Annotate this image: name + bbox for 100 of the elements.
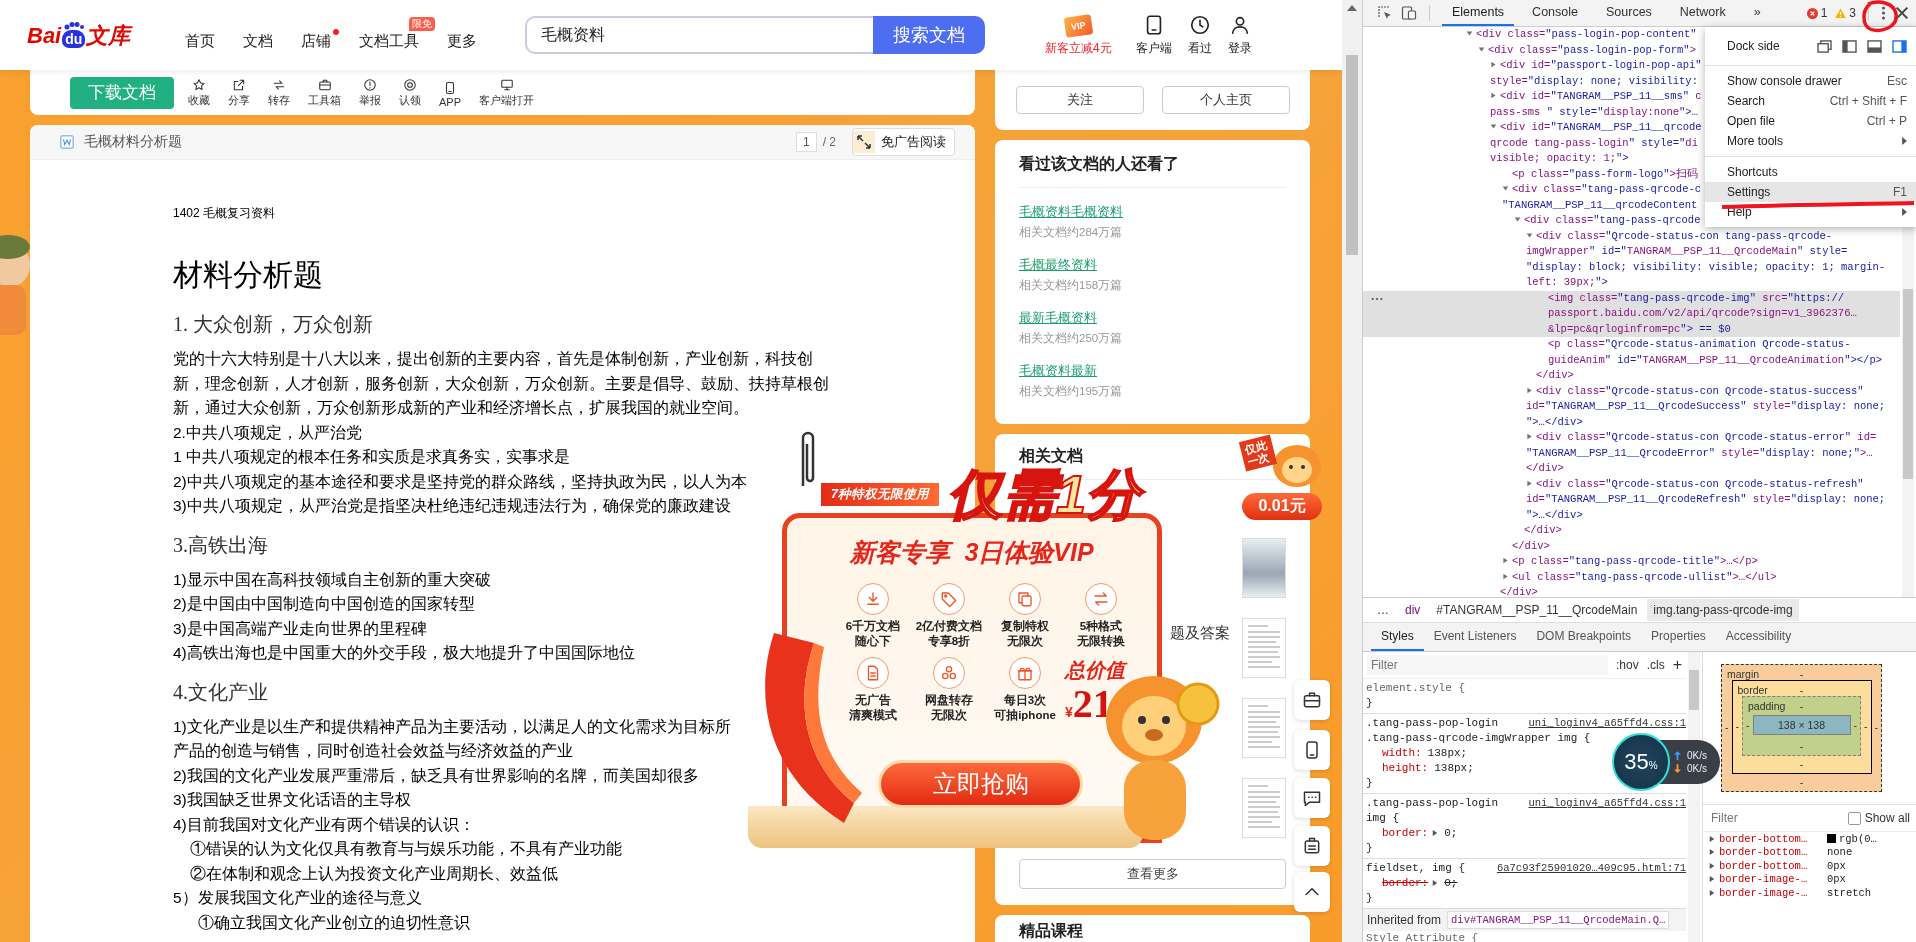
css-value[interactable]: 138px; xyxy=(1434,761,1474,776)
nav-link[interactable]: 首页 xyxy=(171,31,229,51)
author-button[interactable]: 关注 xyxy=(1015,86,1144,114)
pane-tab[interactable]: Properties xyxy=(1641,623,1716,651)
dom-node[interactable]: <ul class="tang-pass-qrcode-ullist">…</ul> xyxy=(1363,569,1900,585)
device-icon[interactable] xyxy=(1401,5,1417,21)
close-icon[interactable] xyxy=(1894,5,1910,21)
toolbar-button[interactable]: 举报 xyxy=(359,77,381,108)
author-button[interactable]: 个人主页 xyxy=(1161,86,1290,114)
dom-node[interactable]: <p class="Qrcode-status-animation Qrcode-status- guideAnim" id="TANGRAM__PSP_11__QrcodeAnimation"></p> xyxy=(1363,337,1900,368)
dock-right-icon[interactable] xyxy=(1892,39,1907,53)
dock-bottom-icon[interactable] xyxy=(1867,39,1882,53)
caret-down-icon[interactable] xyxy=(1502,185,1509,192)
scroll-up-icon[interactable] xyxy=(1347,5,1357,11)
dom-node[interactable]: <img class="tang-pass-qrcode-img" src="https:// passport.baidu.com/v2/api/qrcode?sign=v1_3962376… &lp=pc&qrloginfrom=pc"> == $0 xyxy=(1363,290,1900,337)
dom-node[interactable]: <p class="tang-pass-qrcode-title">…</p> xyxy=(1363,554,1900,570)
filter-field[interactable]: Filter xyxy=(1367,655,1608,675)
menu-item[interactable]: More tools xyxy=(1705,131,1916,151)
scrollbar-thumb[interactable] xyxy=(1346,55,1358,255)
show-all-checkbox[interactable]: Show all xyxy=(1847,811,1910,825)
menu-item[interactable]: Search Ctrl + Shift + F xyxy=(1705,91,1916,111)
dom-node[interactable]: <div class="Qrcode-status-con Qrcode-status-refresh" id="TANGRAM__PSP_11__QrcodeRefresh" style="display: none; ">…</div> xyxy=(1363,476,1900,523)
menu-item[interactable]: Help xyxy=(1705,202,1916,222)
header-action[interactable]: 登录 xyxy=(1227,13,1252,57)
panel-tab[interactable]: Elements xyxy=(1442,0,1515,26)
source-link[interactable]: uni_loginv4_a65ffd4.css:1 xyxy=(1528,796,1686,811)
computed-property[interactable]: border-bottom… xyxy=(1719,832,1823,845)
header-action[interactable]: VIP 新客立减4元 xyxy=(1045,15,1112,57)
toolbar-button[interactable]: 认领 xyxy=(399,77,421,108)
inspect-icon[interactable] xyxy=(1377,5,1393,21)
related-link[interactable]: 毛概资料最新 xyxy=(1019,361,1286,381)
caret-right-icon[interactable] xyxy=(1526,386,1533,394)
hover-state-button[interactable]: :hov xyxy=(1615,658,1639,672)
ad-free-button[interactable]: 免广告阅读 xyxy=(852,128,955,156)
related-link[interactable]: 毛概最终资料 xyxy=(1019,255,1286,275)
see-more-button[interactable]: 查看更多 xyxy=(1019,859,1286,889)
header-action[interactable]: 看过 xyxy=(1187,13,1212,57)
page-number-field[interactable]: 1 xyxy=(795,132,817,152)
buy-button[interactable]: 立即抢购 xyxy=(878,760,1083,808)
css-property[interactable]: border: xyxy=(1382,876,1429,891)
source-link[interactable]: 6a7c93f25901020…409c95.html:71 xyxy=(1496,861,1686,876)
pane-tab[interactable]: DOM Breakpoints xyxy=(1526,623,1642,651)
document-thumbnail[interactable] xyxy=(1242,778,1286,838)
header-action[interactable]: 客户端 xyxy=(1135,13,1172,57)
computed-property[interactable]: border-image-… xyxy=(1719,886,1823,899)
breadcrumb-item[interactable]: img.tang-pass-qrcode-img xyxy=(1647,599,1799,621)
document-title[interactable]: 题及答案 xyxy=(1170,624,1230,643)
breadcrumb-item[interactable]: … xyxy=(1371,599,1395,621)
breadcrumb-item[interactable]: div xyxy=(1399,599,1427,621)
caret-right-icon[interactable] xyxy=(1490,61,1497,68)
search-button[interactable]: 搜索文档 xyxy=(873,16,985,54)
dock-undock-icon[interactable] xyxy=(1817,39,1832,53)
breadcrumb-item[interactable]: #TANGRAM__PSP_11__QrcodeMain xyxy=(1430,599,1644,621)
caret-down-icon[interactable] xyxy=(1514,216,1521,223)
dom-node[interactable]: <div class="Qrcode-status-con Qrcode-status-success" id="TANGRAM__PSP_11__QrcodeSuccess" style="display: none; ">…</div> xyxy=(1363,383,1900,430)
caret-down-icon[interactable] xyxy=(1490,123,1497,130)
menu-item[interactable]: Settings F1 xyxy=(1705,182,1916,202)
panel-tab[interactable]: Console xyxy=(1522,0,1588,26)
menu-item[interactable]: Open file Ctrl + P xyxy=(1705,111,1916,131)
computed-property[interactable]: border-bottom… xyxy=(1719,846,1823,859)
pane-tab[interactable]: Event Listeners xyxy=(1423,623,1527,651)
caret-right-icon[interactable] xyxy=(1526,479,1533,487)
computed-property[interactable]: border-bottom… xyxy=(1719,859,1823,872)
pane-tab[interactable]: Accessibility xyxy=(1715,623,1802,651)
document-thumbnail[interactable] xyxy=(1242,698,1286,758)
side-tool-button[interactable] xyxy=(1294,680,1330,720)
more-tabs-button[interactable]: » xyxy=(1743,0,1771,26)
error-count[interactable]: 1 xyxy=(1806,6,1828,20)
toolbar-button[interactable]: 分享 xyxy=(228,77,250,108)
nav-link[interactable]: 文档 xyxy=(229,31,287,51)
search-field[interactable]: 毛概资料 xyxy=(525,16,873,54)
class-button[interactable]: .cls xyxy=(1646,658,1665,672)
toolbar-button[interactable]: APP xyxy=(439,80,461,108)
color-swatch[interactable] xyxy=(1827,834,1836,844)
computed-property[interactable]: border-image-… xyxy=(1719,873,1823,886)
scrollbar-thumb[interactable] xyxy=(1689,670,1699,710)
caret-right-icon[interactable] xyxy=(1490,92,1497,99)
panel-tab[interactable]: Network xyxy=(1669,0,1736,26)
menu-item[interactable]: Show console drawer Esc xyxy=(1705,71,1916,91)
dom-node[interactable]: <div class="Qrcode-status-con tang-pass-qrcode- imgWrapper" id="TANGRAM__PSP_11__QrcodeMain" style= "display: block; visibility: visible; opacity: 1; margin- left: 39px;"> xyxy=(1363,228,1900,291)
caret-right-icon[interactable] xyxy=(1502,557,1509,564)
side-tool-button[interactable] xyxy=(1294,826,1330,866)
nav-link[interactable]: 文档工具 xyxy=(345,31,433,51)
toolbar-button[interactable]: 转存 xyxy=(268,77,290,108)
toolbar-button[interactable]: 收藏 xyxy=(188,77,210,108)
document-thumbnail[interactable] xyxy=(1242,618,1286,678)
related-link[interactable]: 最新毛概资料 xyxy=(1019,308,1286,328)
side-tool-button[interactable] xyxy=(1294,778,1330,818)
source-link[interactable]: uni_loginv4_a65ffd4.css:1 xyxy=(1528,716,1686,731)
css-value[interactable]: 0; xyxy=(1444,826,1458,841)
panel-tab[interactable]: Sources xyxy=(1596,0,1662,26)
warning-count[interactable]: 3 xyxy=(1835,6,1856,20)
dom-node[interactable]: <div class="Qrcode-status-con Qrcode-status-error" id= "TANGRAM__PSP_11__QrcodeError" style="display: none;">… </div> xyxy=(1363,430,1900,477)
scrollbar-thumb[interactable] xyxy=(1903,289,1913,479)
nav-link[interactable]: 店铺 xyxy=(287,31,345,51)
caret-down-icon[interactable] xyxy=(1466,30,1473,37)
caret-right-icon[interactable] xyxy=(1432,880,1439,886)
toolbar-button[interactable]: 工具箱 xyxy=(308,77,341,108)
css-property[interactable]: border: xyxy=(1382,826,1429,841)
related-link[interactable]: 毛概资料毛概资料 xyxy=(1019,202,1286,222)
